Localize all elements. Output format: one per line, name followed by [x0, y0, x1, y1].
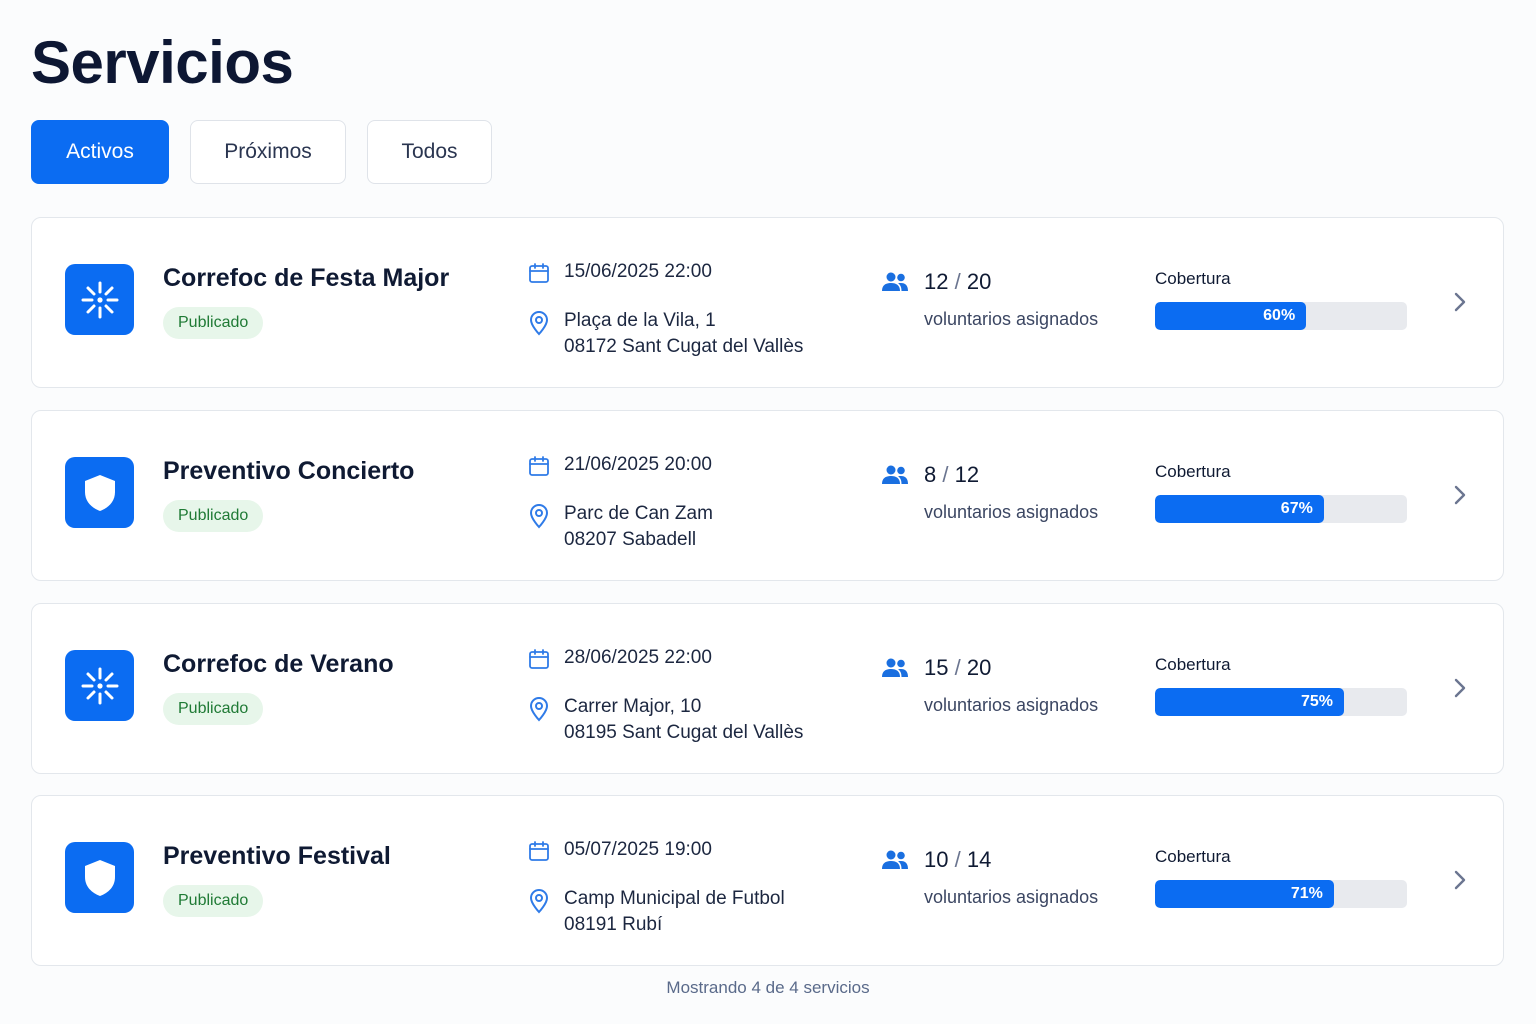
- volunteer-count: 12 / 20: [924, 269, 991, 295]
- service-title: Preventivo Concierto: [163, 457, 415, 485]
- status-badge: Publicado: [163, 693, 264, 725]
- service-title: Correfoc de Verano: [163, 650, 394, 678]
- coverage-bar-fill: 75%: [1155, 688, 1344, 716]
- coverage-percent: 71%: [1290, 885, 1323, 902]
- coverage-bar-fill: 60%: [1155, 302, 1307, 330]
- coverage-bar-fill: 71%: [1155, 880, 1334, 908]
- tab-activos[interactable]: Activos: [31, 120, 169, 184]
- location-pin-icon: [527, 888, 551, 914]
- calendar-icon: [527, 839, 551, 863]
- tab-proximos[interactable]: Próximos: [190, 120, 346, 184]
- volunteers-label: voluntarios asignados: [924, 502, 1099, 522]
- calendar-icon: [527, 261, 551, 285]
- coverage-bar: 75%: [1155, 688, 1407, 716]
- shield-icon: [65, 842, 134, 913]
- status-badge: Publicado: [163, 500, 264, 532]
- address-line1: Parc de Can Zam: [564, 503, 713, 524]
- coverage-label: Cobertura: [1155, 655, 1231, 674]
- volunteer-count: 8 / 12: [924, 462, 979, 488]
- service-card[interactable]: Preventivo Concierto Publicado 21/06/2025 …: [31, 410, 1504, 581]
- assigned-count: 10: [924, 847, 949, 872]
- service-datetime: 28/06/2025 22:00: [564, 647, 712, 668]
- address-line2: 08191 Rubí: [564, 914, 663, 935]
- results-count: Mostrando 4 de 4 servicios: [666, 978, 870, 997]
- address-line1: Carrer Major, 10: [564, 696, 702, 717]
- volunteer-count: 10 / 14: [924, 847, 991, 873]
- address-line1: Camp Municipal de Futbol: [564, 888, 785, 909]
- service-card[interactable]: Preventivo Festival Publicado 05/07/2025 1…: [31, 795, 1504, 966]
- chevron-right-icon[interactable]: [1452, 676, 1468, 700]
- volunteers-label: voluntarios asignados: [924, 887, 1099, 907]
- tab-todos[interactable]: Todos: [367, 120, 492, 184]
- calendar-icon: [527, 647, 551, 671]
- location-pin-icon: [527, 696, 551, 722]
- assigned-count: 15: [924, 655, 949, 680]
- shield-icon: [65, 457, 134, 528]
- coverage-label: Cobertura: [1155, 847, 1231, 866]
- coverage-bar: 67%: [1155, 495, 1407, 523]
- total-count: 14: [966, 847, 992, 872]
- location-pin-icon: [527, 310, 551, 336]
- service-card[interactable]: Correfoc de Verano Publicado 28/06/2025 22…: [31, 603, 1504, 774]
- address-line2: 08172 Sant Cugat del Vallès: [564, 336, 804, 357]
- count-separator: /: [954, 847, 961, 872]
- address-line1: Plaça de la Vila, 1: [564, 310, 716, 331]
- coverage-percent: 60%: [1263, 307, 1296, 324]
- people-icon: [881, 657, 909, 679]
- page-title: Servicios: [31, 29, 294, 96]
- assigned-count: 8: [924, 462, 937, 487]
- volunteer-count: 15 / 20: [924, 655, 991, 681]
- coverage-percent: 75%: [1300, 693, 1333, 710]
- count-separator: /: [942, 462, 949, 487]
- chevron-right-icon[interactable]: [1452, 483, 1468, 507]
- total-count: 20: [966, 269, 992, 294]
- sparkle-icon: [65, 264, 134, 335]
- service-datetime: 21/06/2025 20:00: [564, 454, 712, 475]
- volunteers-label: voluntarios asignados: [924, 309, 1099, 329]
- coverage-label: Cobertura: [1155, 269, 1231, 288]
- total-count: 12: [954, 462, 980, 487]
- count-separator: /: [954, 655, 961, 680]
- address-line2: 08207 Sabadell: [564, 529, 697, 550]
- address-line2: 08195 Sant Cugat del Vallès: [564, 722, 804, 743]
- coverage-percent: 67%: [1280, 500, 1313, 517]
- filter-tabs: Activos Próximos Todos: [31, 120, 492, 184]
- coverage-bar: 71%: [1155, 880, 1407, 908]
- chevron-right-icon[interactable]: [1452, 290, 1468, 314]
- status-badge: Publicado: [163, 307, 264, 339]
- status-badge: Publicado: [163, 885, 264, 917]
- calendar-icon: [527, 454, 551, 478]
- assigned-count: 12: [924, 269, 949, 294]
- service-title: Preventivo Festival: [163, 842, 391, 870]
- coverage-label: Cobertura: [1155, 462, 1231, 481]
- coverage-bar: 60%: [1155, 302, 1407, 330]
- location-pin-icon: [527, 503, 551, 529]
- coverage-bar-fill: 67%: [1155, 495, 1324, 523]
- people-icon: [881, 849, 909, 871]
- people-icon: [881, 271, 909, 293]
- service-datetime: 05/07/2025 19:00: [564, 839, 712, 860]
- volunteers-label: voluntarios asignados: [924, 695, 1099, 715]
- service-datetime: 15/06/2025 22:00: [564, 261, 712, 282]
- service-title: Correfoc de Festa Major: [163, 264, 450, 292]
- count-separator: /: [954, 269, 961, 294]
- sparkle-icon: [65, 650, 134, 721]
- chevron-right-icon[interactable]: [1452, 868, 1468, 892]
- people-icon: [881, 464, 909, 486]
- service-card[interactable]: Correfoc de Festa Major Publicado 15/06/20…: [31, 217, 1504, 388]
- total-count: 20: [966, 655, 992, 680]
